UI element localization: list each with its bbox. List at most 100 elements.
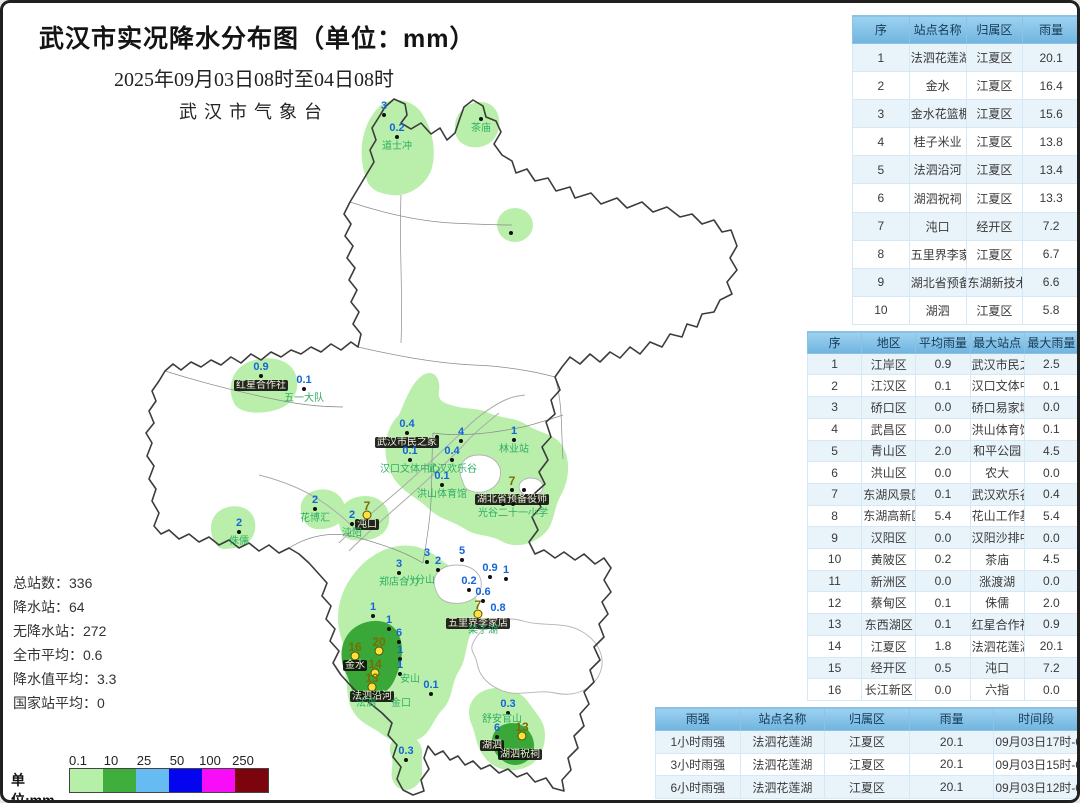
legend-swatch [202,769,235,792]
column-header: 雨量 [1023,16,1080,44]
table-cell: 10 [853,296,910,324]
table-cell: 沌口 [970,657,1024,679]
table-cell: 江夏区 [825,753,910,776]
table-cell: 青山区 [862,440,916,462]
title-block: 武汉市实况降水分布图（单位：mm） 2025年09月03日08时至04日08时 … [39,19,469,124]
legend-swatch [235,769,268,792]
table-cell: 0.0 [1024,679,1078,701]
table-cell: 江汉区 [862,375,916,397]
top-stations-table: 序站点名称归属区雨量1法泗花莲湖江夏区20.12金水江夏区16.43金水花篮棚江… [852,15,1080,325]
table-cell: 7.2 [1023,212,1080,240]
table-cell: 0.1 [916,375,970,397]
table-header-row: 序站点名称归属区雨量 [853,16,1080,44]
table-cell: 4.5 [1024,549,1078,571]
table-cell: 经开区 [966,212,1023,240]
table-cell: 3小时雨强 [656,753,741,776]
table-header-row: 雨强站点名称归属区雨量时间段 [656,708,1079,731]
table-cell: 8 [853,240,910,268]
table-cell: 江夏区 [966,296,1023,324]
table-cell: 0.0 [916,679,970,701]
table-cell: 0.5 [916,657,970,679]
table-cell: 15 [808,657,862,679]
legend-color-bar [69,768,269,793]
table-cell: 金水花篮棚 [909,100,966,128]
table-cell: 20.1 [909,753,994,776]
table-cell: 经开区 [862,657,916,679]
legend-unit-label: 单位:mm [11,770,55,803]
table-cell: 6.6 [1023,268,1080,296]
precipitation-map-screenshot: 30.2道士冲茶庙0.9红星合作社0.1五一大队0.4武汉市民之家41林业站0.… [0,0,1080,803]
table-row: 11新洲区0.0涨渡湖0.0 [808,570,1079,592]
table-cell: 09月03日12时-09月03日18时 [994,776,1079,799]
table-cell: 0.1 [916,614,970,636]
table-row: 8五里界李家店江夏区6.7 [853,240,1080,268]
column-header: 最大雨量 [1024,332,1078,354]
table-cell: 5.4 [1024,505,1078,527]
legend-threshold: 50 [170,753,184,768]
table-cell: 2 [853,72,910,100]
table-row: 1法泗花莲湖江夏区20.1 [853,44,1080,72]
table-cell: 5.8 [1023,296,1080,324]
table-cell: 2.0 [1024,592,1078,614]
table-row: 5青山区2.0和平公园4.5 [808,440,1079,462]
table-cell: 法泗花莲湖 [740,730,825,753]
table-row: 2金水江夏区16.4 [853,72,1080,100]
column-header: 雨量 [909,708,994,731]
table-row: 5法泗沿河江夏区13.4 [853,156,1080,184]
table-cell: 湖北省预备役师 [909,268,966,296]
table-row: 16长江新区0.0六指0.0 [808,679,1079,701]
table-cell: 0.1 [1024,418,1078,440]
legend-threshold: 10 [104,753,118,768]
table-cell: 武昌区 [862,418,916,440]
table-cell: 0.1 [916,592,970,614]
table-cell: 江夏区 [825,776,910,799]
district-summary-table: 序地区平均雨量最大站点最大雨量1江岸区0.9武汉市民之家2.52江汉区0.1汉口… [807,331,1079,701]
table-cell: 0.4 [1024,483,1078,505]
table-cell: 4.5 [1024,440,1078,462]
legend-threshold: 25 [137,753,151,768]
table-cell: 江岸区 [862,353,916,375]
table-cell: 0.0 [1024,462,1078,484]
column-header: 最大站点 [970,332,1024,354]
table-cell: 7 [853,212,910,240]
table-cell: 09月03日17时-09月03日18时 [994,730,1079,753]
table-row: 8东湖高新区5.4花山工作基地5.4 [808,505,1079,527]
table-cell: 黄陂区 [862,549,916,571]
table-row: 9汉阳区0.0汉阳沙排中心0.0 [808,527,1079,549]
table-cell: 法泗沿河 [909,156,966,184]
table-cell: 2 [808,375,862,397]
table-cell: 20.1 [1023,44,1080,72]
table-row: 3金水花篮棚江夏区15.6 [853,100,1080,128]
table-cell: 5 [808,440,862,462]
table-cell: 东西湖区 [862,614,916,636]
column-header: 站点名称 [909,16,966,44]
table-cell: 0.9 [916,353,970,375]
table-row: 7沌口经开区7.2 [853,212,1080,240]
table-cell: 汉口文体中心 [970,375,1024,397]
table-cell: 桂子米业 [909,128,966,156]
table-cell: 0.0 [916,397,970,419]
table-cell: 16.4 [1023,72,1080,100]
table-cell: 3 [853,100,910,128]
column-header: 归属区 [825,708,910,731]
table-cell: 涨渡湖 [970,570,1024,592]
column-header: 序 [808,332,862,354]
table-cell: 茶庙 [970,549,1024,571]
table-cell: 12 [808,592,862,614]
table-cell: 武汉欢乐谷 [970,483,1024,505]
table-cell: 东湖高新区 [862,505,916,527]
table-cell: 1.8 [916,635,970,657]
table-cell: 江夏区 [966,240,1023,268]
legend-threshold: 250 [232,753,254,768]
table-cell: 江夏区 [825,730,910,753]
table-row: 7东湖风景区0.1武汉欢乐谷0.4 [808,483,1079,505]
table-cell: 8 [808,505,862,527]
column-header: 地区 [862,332,916,354]
table-cell: 15.6 [1023,100,1080,128]
table-cell: 13.4 [1023,156,1080,184]
table-cell: 11 [808,570,862,592]
table-row: 6小时雨强法泗花莲湖江夏区20.109月03日12时-09月03日18时 [656,776,1079,799]
table-cell: 6 [808,462,862,484]
column-header: 雨强 [656,708,741,731]
table-cell: 2.5 [1024,353,1078,375]
